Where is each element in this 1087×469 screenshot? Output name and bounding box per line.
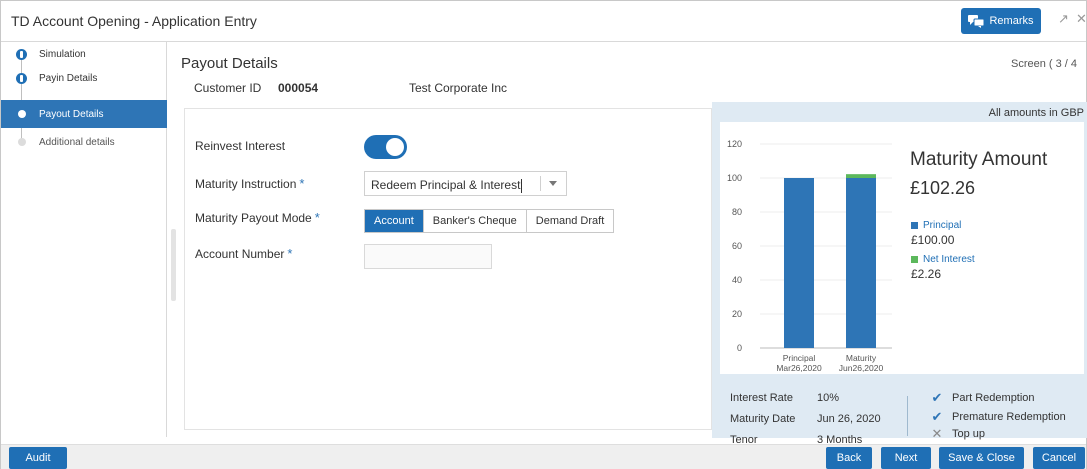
part-redemption-status: ✔ Part Redemption xyxy=(931,390,1035,405)
x-tick-label: Mar26,2020 xyxy=(776,363,822,373)
y-tick-label: 100 xyxy=(727,173,742,183)
legend-swatch xyxy=(911,256,918,263)
top-up-status: ✕ Top up xyxy=(931,426,986,441)
y-tick-label: 60 xyxy=(732,241,742,251)
sidebar-item-payout-details[interactable]: Payout Details xyxy=(1,100,167,128)
legend-net-interest: Net Interest xyxy=(911,254,975,265)
remarks-icon xyxy=(968,14,985,28)
completed-step-icon xyxy=(16,48,27,60)
screen-indicator: Screen ( 3 / 4 xyxy=(1011,58,1078,70)
legend-principal-value: £100.00 xyxy=(911,233,955,247)
maturity-chart-card: 0 20 40 60 80 100 120 Principal Mar26,2020 Maturi… xyxy=(720,122,1084,374)
required-marker: * xyxy=(299,176,305,191)
legend-principal: Principal xyxy=(911,220,961,231)
payout-mode-account[interactable]: Account xyxy=(365,210,423,232)
payout-mode-segmented-control: Account Banker's Cheque Demand Draft xyxy=(364,209,615,233)
audit-button[interactable]: Audit xyxy=(9,447,67,469)
remarks-button[interactable]: Remarks xyxy=(961,8,1041,34)
x-tick-label: Jun26,2020 xyxy=(839,363,884,373)
sidebar: Simulation Payin Details Payout Details … xyxy=(1,42,167,437)
maturity-payout-mode-label: Maturity Payout Mode * xyxy=(195,210,320,225)
sidebar-item-payin-details[interactable]: Payin Details xyxy=(1,66,167,90)
maturity-date-label: Maturity Date xyxy=(730,413,796,425)
select-value: Redeem Principal & Interest xyxy=(371,178,521,192)
legend-label: Principal xyxy=(923,220,962,231)
y-tick-label: 20 xyxy=(732,309,742,319)
next-button[interactable]: Next xyxy=(881,447,931,469)
completed-step-icon xyxy=(16,72,27,84)
required-marker: * xyxy=(287,246,293,261)
payout-mode-demand-draft[interactable]: Demand Draft xyxy=(525,210,614,232)
remarks-label: Remarks xyxy=(989,15,1034,27)
legend-net-interest-value: £2.26 xyxy=(911,267,942,281)
chevron-down-icon[interactable] xyxy=(549,181,557,186)
title-bar: TD Account Opening - Application Entry R… xyxy=(1,1,1087,42)
bar-segment xyxy=(846,178,876,348)
maturity-date-value: Jun 26, 2020 xyxy=(817,413,881,425)
sidebar-item-additional-details[interactable]: Additional details xyxy=(1,130,167,154)
currency-note: All amounts in GBP xyxy=(988,107,1084,119)
close-icon[interactable]: ✕ xyxy=(1076,11,1087,27)
y-tick-label: 120 xyxy=(727,139,742,149)
y-tick-label: 40 xyxy=(732,275,742,285)
payout-mode-bankers-cheque[interactable]: Banker's Cheque xyxy=(422,210,526,232)
bar-segment xyxy=(784,178,814,348)
reinvest-interest-label: Reinvest Interest xyxy=(195,139,286,153)
premature-redemption-status: ✔ Premature Redemption xyxy=(931,409,1066,424)
toggle-knob xyxy=(386,138,404,156)
check-icon: ✔ xyxy=(931,409,943,424)
payout-form-panel xyxy=(184,108,712,430)
page-title: Payout Details xyxy=(181,55,278,72)
customer-name: Test Corporate Inc xyxy=(409,81,508,95)
account-number-input[interactable] xyxy=(364,244,492,269)
maturity-instruction-select[interactable]: Redeem Principal & Interest xyxy=(364,171,567,196)
select-divider xyxy=(540,176,541,191)
text-cursor xyxy=(521,178,523,193)
sidebar-item-simulation[interactable]: Simulation xyxy=(1,42,167,66)
cancel-button[interactable]: Cancel xyxy=(1033,447,1085,469)
save-close-button[interactable]: Save & Close xyxy=(939,447,1024,469)
panel-resize-handle[interactable] xyxy=(171,229,176,301)
maximize-icon[interactable]: ↗ xyxy=(1058,11,1069,27)
x-tick-label: Maturity xyxy=(846,353,877,363)
application-window: TD Account Opening - Application Entry R… xyxy=(0,0,1087,469)
check-icon: ✔ xyxy=(931,390,943,405)
sidebar-item-label: Simulation xyxy=(39,48,86,60)
sidebar-item-label: Payout Details xyxy=(39,108,104,120)
summary-divider xyxy=(907,396,908,436)
maturity-instruction-label: Maturity Instruction * xyxy=(195,176,305,191)
x-tick-label: Principal xyxy=(783,353,816,363)
sidebar-item-label: Payin Details xyxy=(39,72,98,84)
back-button[interactable]: Back xyxy=(826,447,872,469)
reinvest-interest-toggle[interactable] xyxy=(364,135,407,159)
sidebar-item-label: Additional details xyxy=(39,136,115,148)
window-title: TD Account Opening - Application Entry xyxy=(11,13,257,29)
current-step-icon xyxy=(18,110,26,118)
interest-rate-value: 10% xyxy=(817,392,840,404)
customer-id-value: 000054 xyxy=(278,81,319,95)
maturity-amount-value: £102.26 xyxy=(910,178,976,198)
interest-rate-label: Interest Rate xyxy=(730,392,793,404)
legend-swatch xyxy=(911,222,918,229)
customer-id-label: Customer ID xyxy=(194,81,262,95)
bar-segment xyxy=(846,174,876,178)
pending-step-icon xyxy=(18,138,26,146)
required-marker: * xyxy=(314,210,320,225)
legend-label: Net Interest xyxy=(923,254,975,265)
account-number-label: Account Number * xyxy=(195,246,293,261)
cross-icon: ✕ xyxy=(931,426,943,441)
y-tick-label: 0 xyxy=(737,343,742,353)
maturity-summary-panel: All amounts in GBP 0 20 40 60 80 100 120 Princi… xyxy=(712,102,1087,438)
y-tick-label: 80 xyxy=(732,207,742,217)
maturity-amount-title: Maturity Amount xyxy=(910,149,1048,170)
